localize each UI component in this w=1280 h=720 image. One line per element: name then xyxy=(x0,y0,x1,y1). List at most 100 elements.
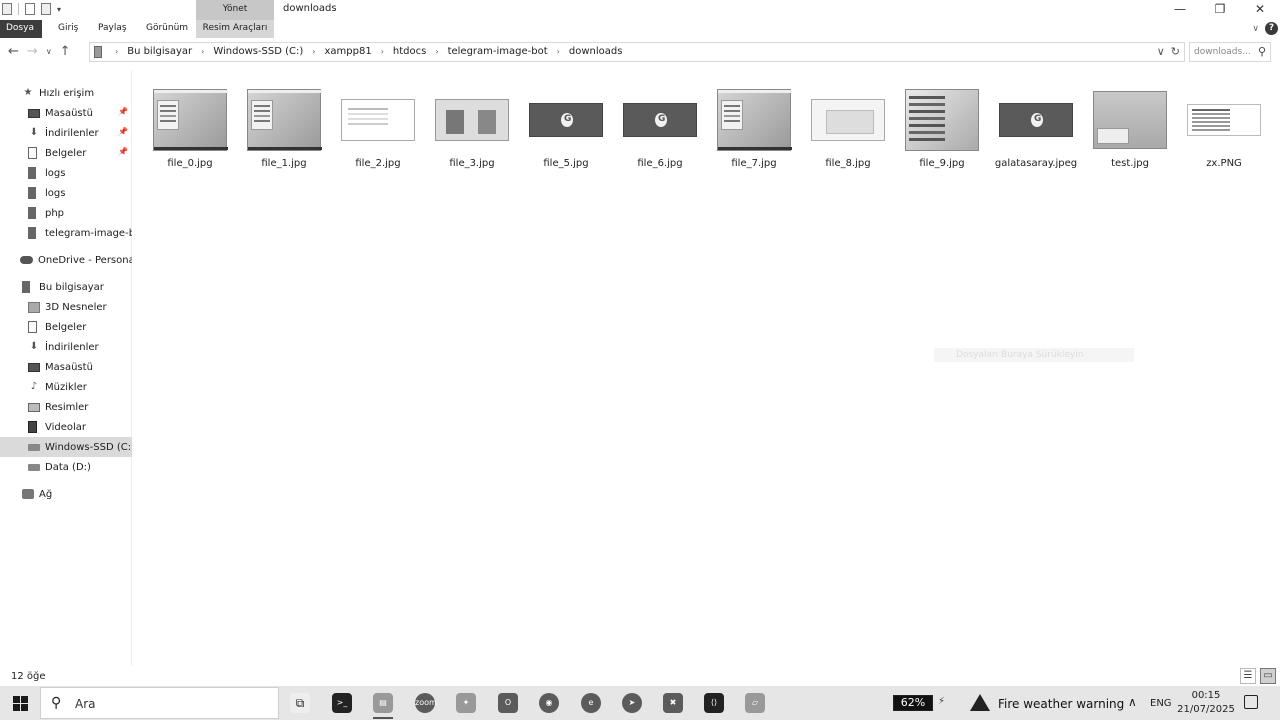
new-folder-icon[interactable] xyxy=(41,3,51,15)
breadcrumb-item[interactable]: Bu bilgisayar xyxy=(127,46,192,57)
sidebar-item-logs[interactable]: logs xyxy=(0,163,132,183)
chrome-icon[interactable]: ◉ xyxy=(537,691,561,715)
app-icon[interactable]: ▱ xyxy=(743,691,767,715)
tab-view[interactable]: Görünüm xyxy=(146,20,188,38)
weather-warning[interactable]: Fire weather warning xyxy=(998,697,1124,711)
file-item[interactable]: file_7.jpg xyxy=(707,84,801,174)
restore-button[interactable]: ❐ xyxy=(1200,0,1240,20)
tab-file[interactable]: Dosya xyxy=(0,20,42,38)
folder-icon[interactable] xyxy=(2,3,12,15)
notification-icon[interactable] xyxy=(1244,695,1258,709)
breadcrumb-item[interactable]: downloads xyxy=(569,46,623,57)
forward-arrow-icon[interactable]: → xyxy=(27,44,38,59)
back-arrow-icon[interactable]: ← xyxy=(8,44,19,59)
sidebar-item-pictures[interactable]: Resimler xyxy=(0,397,132,417)
chevron-right-icon[interactable]: › xyxy=(557,47,560,56)
sidebar-item-data-drive[interactable]: Data (D:) xyxy=(0,457,132,477)
address-bar[interactable]: › Bu bilgisayar › Windows-SSD (C:) › xam… xyxy=(89,42,1185,62)
properties-icon[interactable] xyxy=(25,3,35,15)
breadcrumb-item[interactable]: xampp81 xyxy=(325,46,372,57)
sidebar-item-documents[interactable]: Belgeler 📌 xyxy=(0,143,132,163)
breadcrumb-item[interactable]: telegram-image-bot xyxy=(448,46,548,57)
details-view-icon[interactable]: ☰ xyxy=(1240,668,1256,684)
pin-icon[interactable]: 📌 xyxy=(118,127,128,136)
file-item[interactable]: file_1.jpg xyxy=(237,84,331,174)
sidebar-item-desktop[interactable]: Masaüstü xyxy=(0,357,132,377)
sidebar-item-documents[interactable]: Belgeler xyxy=(0,317,132,337)
sidebar-item-network[interactable]: Ağ xyxy=(0,484,132,504)
help-icon[interactable]: ? xyxy=(1265,22,1278,35)
battery-indicator[interactable]: 62% xyxy=(893,695,933,711)
up-arrow-icon[interactable]: ↑ xyxy=(60,44,71,59)
address-history-icon[interactable]: ∨ xyxy=(1157,45,1165,58)
search-input[interactable]: downloads... ⚲ xyxy=(1189,42,1271,62)
start-button[interactable] xyxy=(0,686,40,720)
file-item[interactable]: file_3.jpg xyxy=(425,84,519,174)
sidebar-item-3d-objects[interactable]: 3D Nesneler xyxy=(0,297,132,317)
chevron-right-icon[interactable]: › xyxy=(201,47,204,56)
chevron-right-icon[interactable]: › xyxy=(435,47,438,56)
taskbar-search-input[interactable]: ⚲ Ara xyxy=(40,687,279,719)
terminal-icon[interactable]: >_ xyxy=(330,691,354,715)
sidebar-item-quick-access[interactable]: ★ Hızlı erişim xyxy=(0,83,132,103)
file-list[interactable]: file_0.jpg file_1.jpg file_2.jpg file_3.… xyxy=(135,66,1280,666)
minimize-button[interactable]: — xyxy=(1160,0,1200,20)
chevron-right-icon[interactable]: › xyxy=(381,47,384,56)
file-item[interactable]: file_9.jpg xyxy=(895,84,989,174)
file-item[interactable]: file_5.jpg xyxy=(519,84,613,174)
pin-icon[interactable]: 📌 xyxy=(118,107,128,116)
power-plug-icon: ⚡ xyxy=(938,696,946,707)
file-item[interactable]: file_0.jpg xyxy=(143,84,237,174)
customize-toolbar-icon[interactable]: ▾ xyxy=(57,5,61,14)
recent-locations-icon[interactable]: ∨ xyxy=(46,47,52,56)
folder-icon xyxy=(28,227,36,239)
file-explorer-icon[interactable]: ▤ xyxy=(371,691,395,719)
sidebar-item-desktop[interactable]: Masaüstü 📌 xyxy=(0,103,132,123)
vscode-icon[interactable]: ⟨⟩ xyxy=(702,691,726,715)
file-item[interactable]: zx.PNG xyxy=(1177,84,1271,174)
expand-ribbon-icon[interactable]: ∨ xyxy=(1252,24,1259,34)
zoom-icon[interactable]: zoom xyxy=(413,691,437,715)
search-icon[interactable]: ⚲ xyxy=(1258,45,1266,58)
file-item[interactable]: galatasaray.jpeg xyxy=(989,84,1083,174)
tab-picture-tools[interactable]: Resim Araçları xyxy=(196,20,274,38)
sidebar-item-windows-ssd[interactable]: Windows-SSD (C:) xyxy=(0,437,132,457)
sidebar-item-downloads[interactable]: ⬇ İndirilenler 📌 xyxy=(0,123,132,143)
edge-icon[interactable]: e xyxy=(579,691,603,715)
tab-home[interactable]: Giriş xyxy=(58,20,78,38)
file-item[interactable]: file_6.jpg xyxy=(613,84,707,174)
breadcrumb-item[interactable]: htdocs xyxy=(393,46,426,57)
folder-icon xyxy=(28,167,36,179)
telegram-icon[interactable]: ➤ xyxy=(620,691,644,715)
close-button[interactable]: ✕ xyxy=(1240,0,1280,20)
sidebar-item-onedrive[interactable]: OneDrive - Personal xyxy=(0,250,132,270)
tab-share[interactable]: Paylaş xyxy=(98,20,127,38)
sidebar-item-telegram-image-bot[interactable]: telegram-image-bo xyxy=(0,223,132,243)
breadcrumb-item[interactable]: Windows-SSD (C:) xyxy=(213,46,303,57)
pin-icon[interactable]: 📌 xyxy=(118,147,128,156)
clock[interactable]: 00:15 21/07/2025 xyxy=(1177,689,1235,717)
file-item[interactable]: test.jpg xyxy=(1083,84,1177,174)
chevron-up-icon[interactable]: ∧ xyxy=(1128,695,1137,709)
language-indicator[interactable]: ENG xyxy=(1150,698,1172,709)
sidebar-item-music[interactable]: ♪ Müzikler xyxy=(0,377,132,397)
task-view-icon[interactable]: ⧉ xyxy=(288,691,312,715)
computer-icon xyxy=(22,281,30,293)
sidebar-item-logs[interactable]: logs xyxy=(0,183,132,203)
xampp-icon[interactable]: ✖ xyxy=(661,691,685,715)
sidebar-item-this-pc[interactable]: Bu bilgisayar xyxy=(0,277,132,297)
file-name: file_7.jpg xyxy=(731,158,777,169)
warning-icon[interactable] xyxy=(970,694,990,711)
sidebar-item-videos[interactable]: Videolar xyxy=(0,417,132,437)
chevron-right-icon[interactable]: › xyxy=(312,47,315,56)
large-icons-view-icon[interactable]: ▭ xyxy=(1260,668,1276,684)
outlook-icon[interactable]: O xyxy=(496,691,520,715)
refresh-icon[interactable]: ↻ xyxy=(1171,45,1180,58)
drive-icon xyxy=(28,443,40,451)
sidebar-item-downloads[interactable]: ⬇ İndirilenler xyxy=(0,337,132,357)
app-icon[interactable]: ✦ xyxy=(454,691,478,715)
file-item[interactable]: file_2.jpg xyxy=(331,84,425,174)
chevron-right-icon[interactable]: › xyxy=(115,47,118,56)
file-item[interactable]: file_8.jpg xyxy=(801,84,895,174)
sidebar-item-php[interactable]: php xyxy=(0,203,132,223)
